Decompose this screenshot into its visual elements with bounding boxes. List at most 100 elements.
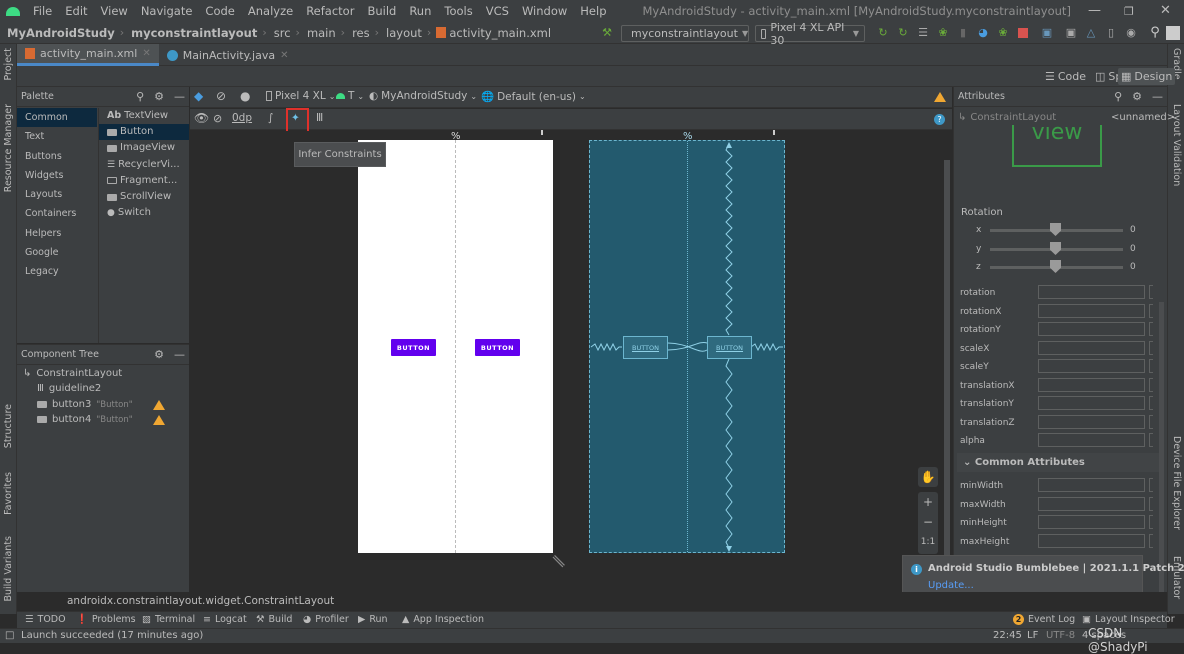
project-structure-icon[interactable]: ▣ (1040, 26, 1054, 40)
zoom-out-button[interactable]: − (918, 512, 938, 532)
apply-changes-icon[interactable]: ↻ (876, 26, 890, 40)
build-variants-tool-button[interactable]: Build Variants (3, 536, 14, 602)
button4-blueprint[interactable]: BUTTON (707, 336, 752, 359)
menu-refactor[interactable]: Refactor (306, 4, 354, 18)
minimize-icon[interactable]: — (174, 348, 185, 361)
design-mode-button[interactable]: ▦ Design (1118, 68, 1176, 85)
palette-widget[interactable]: ScrollView (99, 189, 189, 205)
maxheight-input[interactable] (1038, 534, 1145, 548)
picker-button[interactable] (1149, 478, 1153, 492)
blueprint-surface[interactable]: BUTTON BUTTON (589, 140, 785, 553)
palette-category[interactable]: Common (17, 108, 97, 128)
picker-button[interactable] (1149, 378, 1153, 392)
zoom-fit-button[interactable]: 1:1 (918, 532, 938, 552)
apply-code-changes-icon[interactable]: ↻ (896, 26, 910, 40)
menu-view[interactable]: View (101, 4, 128, 18)
profile-icon[interactable]: ◕ (976, 26, 990, 40)
coverage-icon[interactable]: ▮ (956, 26, 970, 40)
breadcrumb-project[interactable]: MyAndroidStudy (7, 26, 115, 40)
attach-debugger-icon[interactable]: ❀ (996, 26, 1010, 40)
default-margin-field[interactable]: 0dp (232, 112, 252, 124)
warning-icon[interactable] (153, 400, 165, 410)
gear-icon[interactable]: ⚙ (1132, 90, 1142, 103)
palette-category[interactable]: Buttons (17, 147, 97, 166)
search-icon[interactable]: ⚲ (1148, 26, 1162, 40)
palette-widget[interactable]: ☰ RecyclerVi... (99, 157, 189, 173)
close-tab-icon[interactable]: ✕ (142, 48, 150, 59)
restore-button[interactable]: ❐ (1124, 5, 1134, 18)
favorites-tool-button[interactable]: Favorites (3, 472, 14, 515)
picker-button[interactable] (1149, 534, 1153, 548)
toggle-tool-windows-icon[interactable]: □ (5, 630, 14, 641)
device-select[interactable]: Pixel 4 XL API 30 ▼ (755, 21, 865, 47)
canvas-scrollbar[interactable] (944, 160, 950, 560)
event-log-tool-button[interactable]: 2 Event Log (1013, 614, 1075, 625)
maxwidth-input[interactable] (1038, 497, 1145, 511)
menu-code[interactable]: Code (205, 4, 234, 18)
hammer-icon[interactable]: ⚒ (600, 26, 614, 40)
minimize-button[interactable]: — (1088, 3, 1101, 18)
menu-vcs[interactable]: VCS (486, 4, 509, 18)
locale-select[interactable]: 🌐 Default (en-us) ⌄ (481, 90, 586, 104)
pan-button[interactable]: ✋ (918, 467, 938, 487)
gear-icon[interactable]: ⚙ (154, 348, 164, 361)
palette-category[interactable]: Layouts (17, 185, 97, 204)
picker-button[interactable] (1149, 497, 1153, 511)
rotationx-input[interactable] (1038, 304, 1145, 318)
tree-item[interactable]: button4 "Button" (37, 414, 133, 425)
palette-widget[interactable]: ImageView (99, 140, 189, 156)
line-separator[interactable]: LF (1027, 630, 1038, 641)
menu-help[interactable]: Help (580, 4, 606, 18)
device-file-explorer-tool-button[interactable]: Device File Explorer (1171, 436, 1182, 530)
picker-button[interactable] (1149, 415, 1153, 429)
picker-button[interactable] (1149, 304, 1153, 318)
palette-category[interactable]: Widgets (17, 166, 97, 185)
design-surface[interactable]: BUTTON BUTTON (358, 140, 553, 553)
rotation-input[interactable] (1038, 285, 1145, 299)
slider-thumb[interactable] (1050, 242, 1061, 255)
scalex-input[interactable] (1038, 341, 1145, 355)
tab-main-activity[interactable]: MainActivity.java ✕ (159, 44, 297, 66)
layout-inspector-tool-button[interactable]: ▣ Layout Inspector (1082, 614, 1175, 625)
palette-widget[interactable]: Button (99, 124, 189, 141)
layers-icon[interactable]: ◆ (194, 89, 203, 103)
close-tab-icon[interactable]: ✕ (280, 50, 288, 61)
menu-file[interactable]: File (33, 4, 52, 18)
tree-item-root[interactable]: ↳ ConstraintLayout (23, 368, 122, 379)
picker-button[interactable] (1149, 285, 1153, 299)
palette-category[interactable]: Legacy (17, 262, 97, 281)
palette-widget[interactable]: Fragment... (99, 173, 189, 189)
close-button[interactable]: ✕ (1160, 3, 1171, 18)
picker-button[interactable] (1149, 322, 1153, 336)
guideline[interactable] (455, 140, 456, 553)
build-tool-button[interactable]: ⚒ Build (256, 614, 292, 625)
palette-widget[interactable]: ● Switch (99, 205, 189, 221)
button4-preview[interactable]: BUTTON (475, 339, 520, 356)
sdk-icon[interactable]: ▯ (1104, 26, 1118, 40)
account-icon[interactable] (1166, 26, 1180, 40)
orientation-icon[interactable]: ⊘ (216, 89, 226, 103)
resize-handle[interactable] (541, 130, 543, 135)
alpha-input[interactable] (1038, 433, 1145, 447)
minimize-icon[interactable]: — (1152, 90, 1163, 103)
breadcrumb-layout[interactable]: layout (386, 26, 422, 40)
slider-thumb[interactable] (1050, 223, 1061, 236)
attributes-scrollbar[interactable] (1159, 302, 1164, 592)
caret-position[interactable]: 22:45 (993, 630, 1022, 641)
project-tool-button[interactable]: Project (3, 48, 14, 81)
menu-window[interactable]: Window (522, 4, 567, 18)
guideline-handle-icon[interactable]: % (451, 131, 461, 142)
logcat-tool-button[interactable]: ≡ Logcat (203, 614, 247, 625)
scaley-input[interactable] (1038, 359, 1145, 373)
tab-activity-main[interactable]: activity_main.xml ✕ (17, 44, 159, 66)
warning-icon[interactable] (934, 92, 946, 102)
autoconnect-icon[interactable]: ⊘ (213, 112, 222, 125)
menu-tools[interactable]: Tools (444, 4, 472, 18)
zoom-in-button[interactable]: + (918, 492, 938, 512)
translationy-input[interactable] (1038, 396, 1145, 410)
menu-edit[interactable]: Edit (65, 4, 87, 18)
translationz-input[interactable] (1038, 415, 1145, 429)
breadcrumb-main[interactable]: main (307, 26, 336, 40)
picker-button[interactable] (1149, 396, 1153, 410)
clear-constraints-icon[interactable]: ∫ (268, 112, 273, 124)
